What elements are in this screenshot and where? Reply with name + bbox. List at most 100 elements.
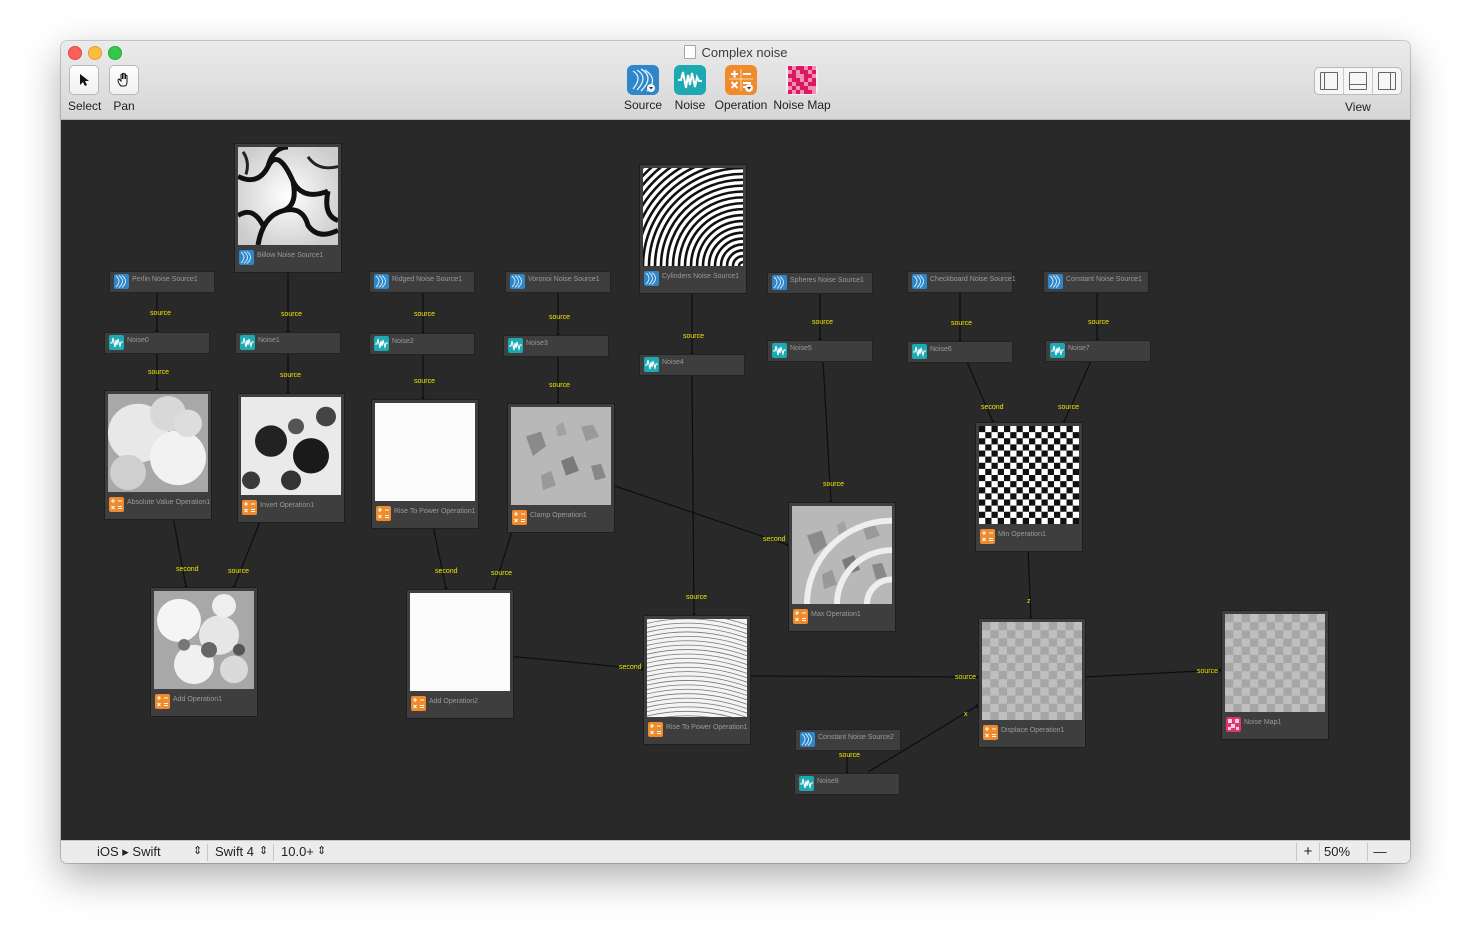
node-label: Rise To Power Operation1 bbox=[666, 724, 748, 731]
graph-node-constant-source1[interactable]: Constant Noise Source1 bbox=[1043, 271, 1149, 293]
connection-label: source bbox=[1058, 404, 1080, 411]
source-icon bbox=[800, 732, 815, 747]
graph-node-clamp-op[interactable]: Clamp Operation1 bbox=[507, 403, 615, 533]
zoom-in-button[interactable]: + bbox=[1296, 843, 1320, 861]
zoom-level: 50% bbox=[1324, 844, 1351, 859]
select-tool[interactable]: Select bbox=[68, 65, 101, 113]
bottom-panel-toggle[interactable] bbox=[1344, 68, 1373, 94]
node-label: Spheres Noise Source1 bbox=[790, 277, 864, 284]
noise-preview-image bbox=[241, 397, 341, 495]
noise-tool-label: Noise bbox=[674, 98, 706, 112]
node-label: Noise Map1 bbox=[1244, 719, 1282, 726]
node-label: Invert Operation1 bbox=[260, 502, 315, 509]
graph-node-min-op[interactable]: Min Operation1 bbox=[975, 422, 1083, 552]
node-label: Noise2 bbox=[392, 338, 414, 345]
graph-node-perlin-source[interactable]: Perlin Noise Source1 bbox=[109, 271, 215, 293]
calculator-icon bbox=[376, 506, 391, 521]
graph-node-add-op2[interactable]: Add Operation2 bbox=[406, 589, 514, 719]
graph-node-power-op2[interactable]: Rise To Power Operation1 bbox=[643, 613, 751, 745]
connection-label: source bbox=[812, 319, 834, 326]
graph-node-displace-op[interactable]: Displace Operation1 bbox=[978, 618, 1086, 748]
connection-label: second bbox=[435, 568, 458, 575]
noise-preview-image bbox=[1225, 614, 1326, 713]
node-label: Absolute Value Operation1 bbox=[127, 499, 211, 506]
graph-node-constant-source2[interactable]: Constant Noise Source2 bbox=[795, 729, 901, 751]
calculator-icon bbox=[512, 510, 527, 525]
graph-node-billow-source[interactable]: Billow Noise Source1 bbox=[234, 143, 342, 273]
connection-line bbox=[1063, 360, 1092, 423]
waveform-icon bbox=[674, 65, 706, 95]
calculator-icon bbox=[242, 500, 257, 515]
noise-preview-image bbox=[236, 144, 340, 246]
graph-node-power-op1[interactable]: Rise To Power Operation1 bbox=[371, 399, 479, 529]
view-label: View bbox=[1345, 100, 1371, 114]
connection-line bbox=[966, 361, 994, 423]
source-icon bbox=[627, 65, 659, 95]
graph-node-voronoi-source[interactable]: Voronoi Noise Source1 bbox=[505, 271, 611, 293]
node-graph-canvas[interactable]: Perlin Noise Source1 Ridged Noise Source1… bbox=[61, 120, 1410, 840]
node-label: Noise6 bbox=[930, 346, 952, 353]
graph-node-max-op[interactable]: Max Operation1 bbox=[788, 502, 980, 691]
connection-label: source bbox=[1197, 668, 1219, 675]
source-icon bbox=[772, 275, 787, 290]
node-label: Add Operation1 bbox=[173, 696, 223, 703]
source-icon bbox=[644, 271, 659, 286]
graph-node-abs-op[interactable]: Absolute Value Operation1 bbox=[104, 390, 212, 520]
graph-node-noise5[interactable]: Noise5 bbox=[767, 340, 873, 362]
platform-value: iOS ▸ Swift bbox=[97, 844, 161, 859]
node-label: Billow Noise Source1 bbox=[257, 252, 324, 259]
window-title: Complex noise bbox=[61, 45, 1410, 60]
zoom-out-button[interactable]: — bbox=[1367, 843, 1392, 861]
node-label: Noise7 bbox=[1068, 345, 1090, 352]
source-tool[interactable]: Source bbox=[621, 65, 665, 112]
cursor-arrow-icon bbox=[69, 65, 99, 95]
platform-popup[interactable]: iOS ▸ Swift ⇕ bbox=[97, 844, 205, 860]
os-version-popup[interactable]: 10.0+ ⇕ bbox=[281, 844, 331, 859]
operation-tool[interactable]: Operation bbox=[713, 65, 769, 112]
graph-node-noise7[interactable]: Noise7 bbox=[1045, 340, 1151, 362]
graph-node-noise8[interactable]: Noise8 bbox=[794, 773, 900, 795]
pan-tool[interactable]: Pan bbox=[108, 65, 140, 113]
connection-line bbox=[493, 527, 514, 590]
graph-node-spheres-source[interactable]: Spheres Noise Source1 bbox=[767, 272, 873, 294]
waveform-icon bbox=[1050, 343, 1065, 358]
right-panel-toggle[interactable] bbox=[1373, 68, 1401, 94]
graph-node-noise1[interactable]: Noise1 bbox=[235, 332, 341, 354]
connection-label: second bbox=[176, 566, 199, 573]
calculator-icon bbox=[155, 694, 170, 709]
node-label: Noise1 bbox=[258, 337, 280, 344]
node-label: Voronoi Noise Source1 bbox=[528, 276, 600, 283]
updown-arrows-icon: ⇕ bbox=[317, 845, 327, 857]
graph-node-add-op1[interactable]: Add Operation1 bbox=[150, 587, 258, 717]
node-label: Clamp Operation1 bbox=[530, 512, 587, 519]
node-label: Perlin Noise Source1 bbox=[132, 276, 198, 283]
os-version-value: 10.0+ bbox=[281, 844, 314, 859]
noise-map-tool[interactable]: Noise Map bbox=[773, 65, 831, 112]
noise-preview-image bbox=[646, 613, 748, 727]
connection-line bbox=[432, 524, 447, 590]
left-panel-toggle[interactable] bbox=[1315, 68, 1344, 94]
connection-label: source bbox=[955, 674, 977, 681]
graph-node-ridged-source[interactable]: Ridged Noise Source1 bbox=[369, 271, 475, 293]
graph-node-noise3[interactable]: Noise3 bbox=[503, 335, 609, 357]
noise-preview-image bbox=[108, 394, 208, 492]
graph-node-invert-op[interactable]: Invert Operation1 bbox=[237, 393, 345, 523]
connection-line bbox=[611, 484, 789, 546]
connection-label: source bbox=[228, 568, 250, 575]
connection-label: source bbox=[414, 378, 436, 385]
noise-preview-image bbox=[410, 593, 510, 691]
graph-node-noise2[interactable]: Noise2 bbox=[369, 333, 475, 355]
graph-node-noise-map[interactable]: Noise Map1 bbox=[1221, 610, 1329, 740]
noise-tool[interactable]: Noise bbox=[670, 65, 710, 112]
graph-node-noise6[interactable]: Noise6 bbox=[907, 341, 1013, 363]
swift-version-popup[interactable]: Swift 4 ⇕ bbox=[215, 844, 271, 859]
waveform-icon bbox=[912, 344, 927, 359]
connection-label: source bbox=[686, 594, 708, 601]
graph-node-noise0[interactable]: Noise0 bbox=[104, 332, 210, 354]
toolbar: Complex noise Select Pan Source Noise Op… bbox=[61, 41, 1410, 120]
graph-node-noise4[interactable]: Noise4 bbox=[639, 354, 745, 376]
source-icon bbox=[1048, 274, 1063, 289]
calculator-icon bbox=[648, 722, 663, 737]
graph-node-cylinders-source[interactable]: Cylinders Noise Source1 bbox=[587, 120, 899, 419]
graph-node-checkboard-source[interactable]: Checkboard Noise Source1 bbox=[907, 271, 1016, 293]
